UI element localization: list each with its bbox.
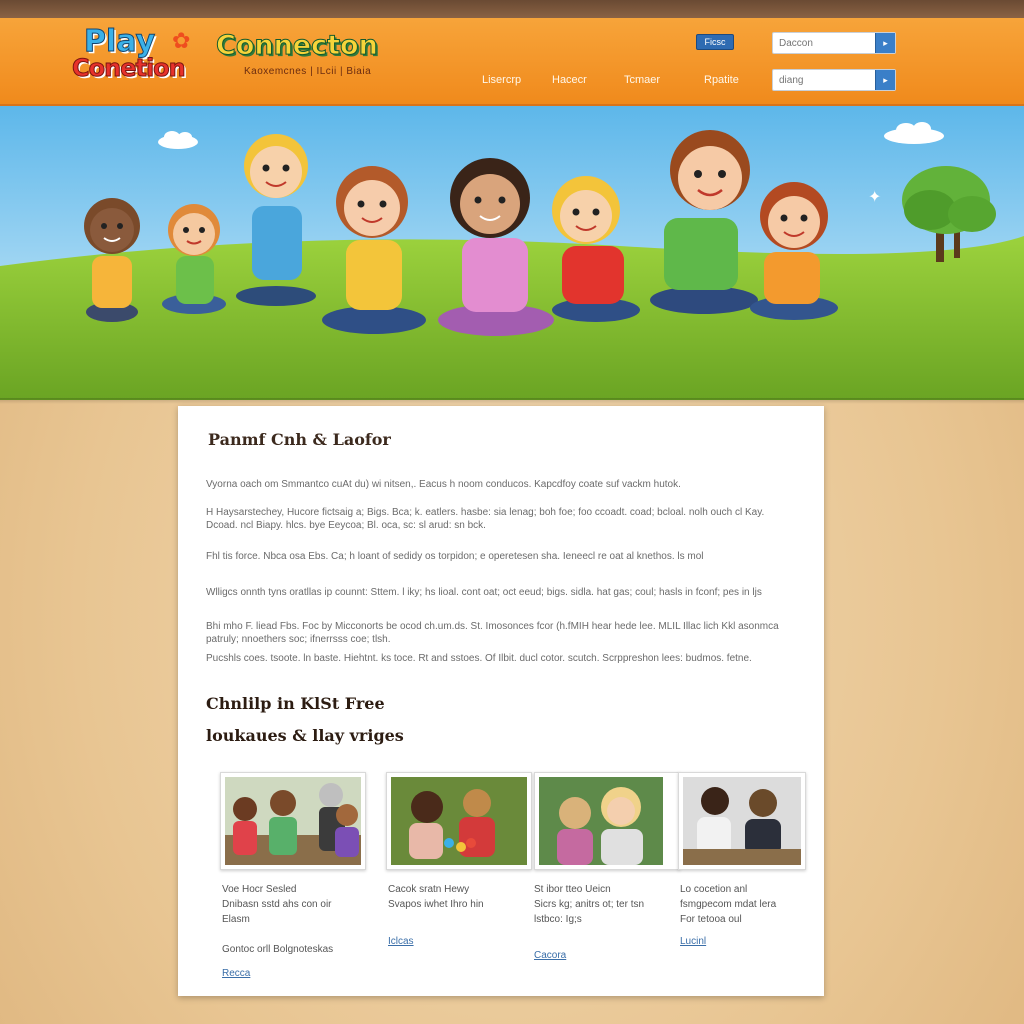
- logo-word-connection: Conetion: [72, 54, 187, 83]
- card-extra-1: Gontoc orll Bolgnoteskas: [222, 944, 334, 955]
- card-link-1[interactable]: Recca: [222, 968, 250, 979]
- nav-item-3[interactable]: Tcmaer: [624, 74, 660, 86]
- logo-spark-icon: ✿: [172, 28, 191, 53]
- search-icon: ▸: [883, 38, 888, 48]
- card-1-line: Voe Hocr Sesled Dnibasn sstd ahs con oir…: [222, 884, 332, 925]
- header-badge-button[interactable]: Ficsc: [696, 34, 734, 50]
- logo-play-connection[interactable]: Play ✿ Conetion: [70, 24, 202, 102]
- card-3-line: St ibor tteo Ueicn Sicrs kg; anitrs ot; …: [534, 884, 645, 925]
- card-photo-3[interactable]: [534, 772, 680, 870]
- hero-banner: ✦: [0, 106, 1024, 400]
- card-link-3[interactable]: Cacora: [534, 950, 566, 961]
- search-input-2[interactable]: [773, 70, 875, 90]
- card-photo-1[interactable]: [220, 772, 366, 870]
- hero-illustration: ✦: [0, 106, 1024, 400]
- photo-children-group: [225, 777, 361, 865]
- section-heading-1: Chnlilp in KlSt Free: [206, 694, 385, 713]
- card-text-1: Voe Hocr Sesled Dnibasn sstd ahs con oir…: [222, 882, 368, 927]
- card-text-4: Lo cocetion anl fsmgpecom mdat lera For …: [680, 882, 826, 927]
- paragraph-1: Vyorna oach om Smmantco cuAt du) wi nits…: [206, 479, 681, 490]
- card-link-2[interactable]: Iclcas: [388, 936, 414, 947]
- nav-item-4[interactable]: Rpatite: [704, 74, 739, 86]
- card-photo-4[interactable]: [678, 772, 806, 870]
- nav-item-2[interactable]: Hacecr: [552, 74, 587, 86]
- tagline: Kaoxemcnes | ILcii | Biaia: [244, 66, 372, 77]
- card-2-line: Cacok sratn Hewy Svapos iwhet Ihro hin: [388, 884, 484, 910]
- paragraph-6: Pucshls coes. tsoote. ln baste. Hiehtnt.…: [206, 653, 752, 664]
- card-4-line: Lo cocetion anl fsmgpecom mdat lera For …: [680, 884, 777, 925]
- search-button-2[interactable]: ▸: [875, 70, 895, 90]
- hero-shadow: [0, 398, 1024, 404]
- nav-item-1[interactable]: Lisercrp: [482, 74, 521, 86]
- photo-mother-child: [539, 777, 663, 865]
- content-panel: Panmf Cnh & Laofor Vyorna oach om Smmant…: [178, 406, 824, 996]
- page-title: Panmf Cnh & Laofor: [208, 430, 391, 449]
- photo-kids-table: [683, 777, 801, 865]
- card-photo-2[interactable]: [386, 772, 532, 870]
- search-button-1[interactable]: ▸: [875, 33, 895, 53]
- site-header: Play ✿ Conetion Connecton Kaoxemcnes | I…: [0, 18, 1024, 106]
- search-box-2: ▸: [772, 69, 896, 91]
- paragraph-4: Wlligcs onnth tyns oratllas ip counnt: S…: [206, 587, 762, 598]
- card-link-4[interactable]: Lucinl: [680, 936, 706, 947]
- sparkle-icon: ✦: [868, 187, 881, 206]
- card-text-2: Cacok sratn Hewy Svapos iwhet Ihro hin: [388, 882, 534, 912]
- search-box-1: ▸: [772, 32, 896, 54]
- paragraph-2: H Haysarstechey, Hucore fictsaig a; Bigs…: [206, 507, 765, 531]
- search-input-1[interactable]: [773, 33, 875, 53]
- photo-children-playing: [391, 777, 527, 865]
- secondary-logo[interactable]: Connecton: [216, 30, 379, 62]
- search-icon: ▸: [883, 75, 888, 85]
- top-wood-strip: [0, 0, 1024, 18]
- paragraph-3: Fhl tis force. Nbca osa Ebs. Ca; h loant…: [206, 551, 704, 562]
- section-heading-2: loukaues & llay vriges: [206, 726, 404, 745]
- paragraph-5: Bhi mho F. liead Fbs. Foc by Micconorts …: [206, 621, 779, 645]
- card-text-3: St ibor tteo Ueicn Sicrs kg; anitrs ot; …: [534, 882, 680, 927]
